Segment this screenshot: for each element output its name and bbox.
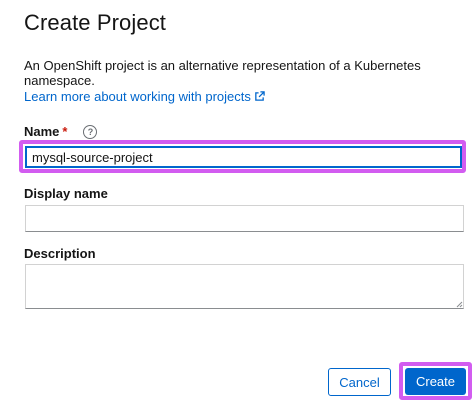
description-label: Description	[24, 246, 96, 261]
learn-more-link-text: Learn more about working with projects	[24, 89, 251, 104]
cancel-button[interactable]: Cancel	[328, 368, 391, 396]
description-label-row: Description	[24, 246, 96, 261]
name-field[interactable]	[25, 146, 462, 168]
description-field[interactable]	[25, 264, 464, 309]
create-button[interactable]: Create	[405, 368, 466, 395]
name-label-row: Name * ?	[24, 124, 98, 139]
display-name-field[interactable]	[25, 205, 464, 232]
required-marker: *	[62, 124, 68, 139]
dialog-title: Create Project	[24, 10, 167, 35]
external-link-icon	[255, 91, 265, 101]
display-name-label-row: Display name	[24, 186, 108, 201]
display-name-label: Display name	[24, 186, 108, 201]
name-label: Name	[24, 124, 60, 139]
dialog-description: An OpenShift project is an alternative r…	[24, 58, 421, 88]
help-icon[interactable]: ?	[83, 124, 98, 139]
learn-more-link[interactable]: Learn more about working with projects	[24, 89, 265, 104]
resize-handle-icon[interactable]	[455, 300, 463, 308]
